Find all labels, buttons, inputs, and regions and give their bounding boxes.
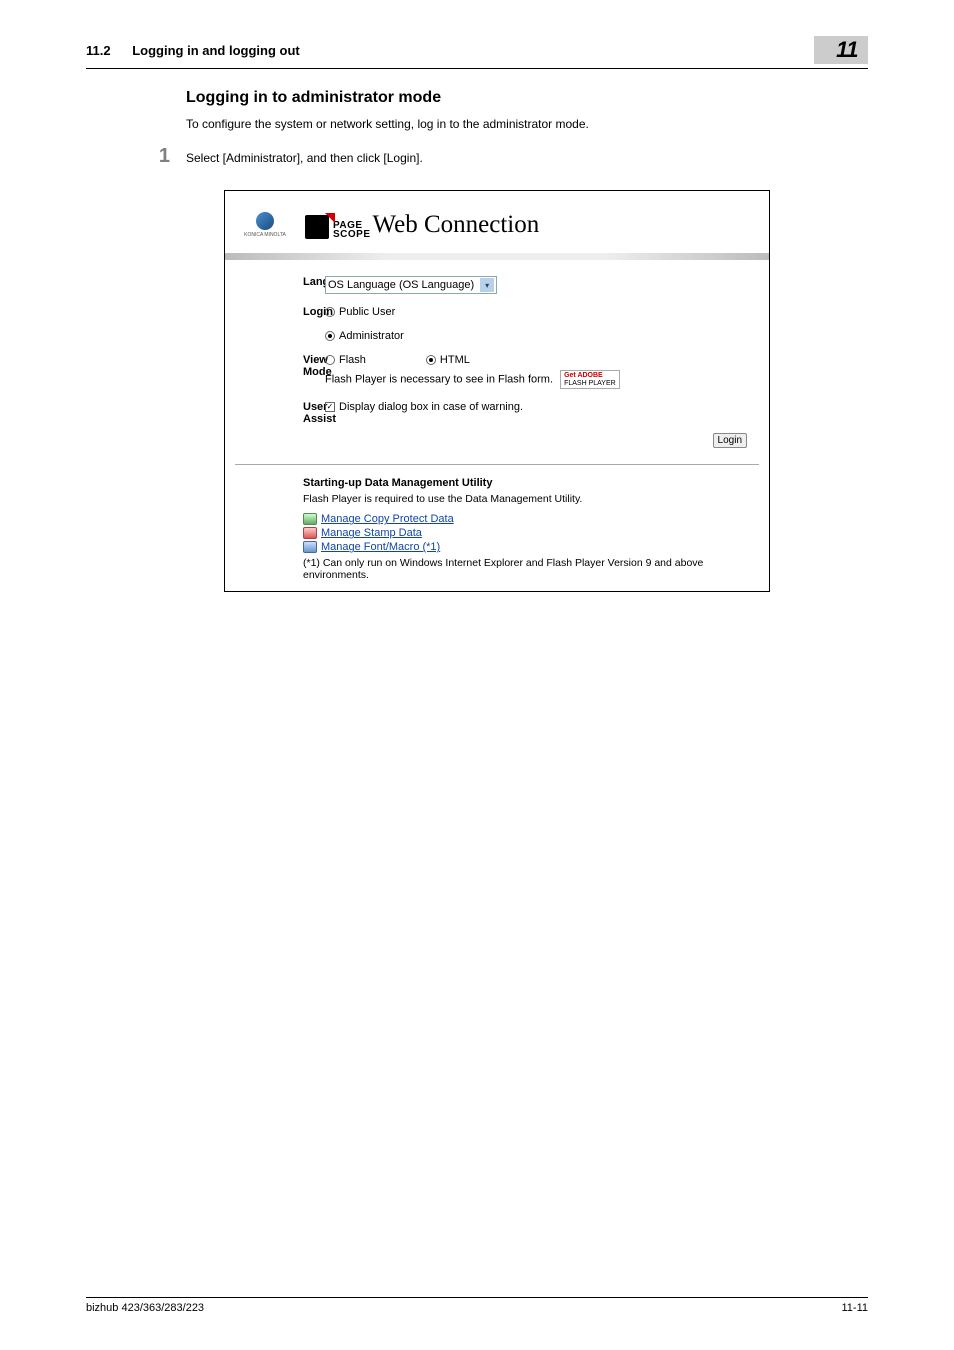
radio-icon (325, 355, 335, 365)
chapter-number: 11 (836, 39, 858, 61)
section-number: 11.2 (86, 43, 111, 58)
viewmode-flash-radio[interactable]: Flash (325, 354, 366, 366)
viewmode-flash: Flash (339, 354, 366, 366)
flash-btn-line1: Get ADOBE (564, 372, 603, 379)
stamp-icon (303, 527, 317, 539)
dm-utility-note: Flash Player is required to use the Data… (303, 493, 759, 505)
chevron-down-icon: ▾ (480, 278, 494, 292)
konica-minolta-logo: KONICA MINOLTA (235, 205, 295, 245)
language-select-value: OS Language (OS Language) (328, 279, 474, 291)
manage-stamp-link[interactable]: Manage Stamp Data (321, 527, 422, 539)
radio-icon (325, 307, 335, 317)
userassist-checkbox[interactable]: ✓ Display dialog box in case of warning. (325, 401, 759, 413)
language-select[interactable]: OS Language (OS Language) ▾ (325, 276, 497, 294)
running-header: 11.2 Logging in and logging out (86, 43, 300, 58)
step-number: 1 (140, 145, 170, 168)
ps-line2: SCOPE (333, 231, 371, 240)
divider (235, 464, 759, 465)
manage-font-macro-link[interactable]: Manage Font/Macro (*1) (321, 541, 440, 553)
web-connection-title: Web Connection (373, 211, 540, 239)
radio-icon (325, 331, 335, 341)
language-label: Language (235, 276, 325, 294)
font-macro-icon (303, 541, 317, 553)
radio-icon (426, 355, 436, 365)
userassist-text: Display dialog box in case of warning. (339, 401, 523, 413)
footer-right: 11-11 (841, 1302, 868, 1314)
gradient-bar (225, 253, 769, 260)
pagescope-logo: PAGE SCOPE Web Connection (305, 211, 539, 239)
checkbox-icon: ✓ (325, 402, 335, 412)
intro-text: To configure the system or network setti… (186, 117, 868, 131)
viewmode-html: HTML (440, 354, 470, 366)
page-heading: Logging in to administrator mode (186, 89, 868, 107)
login-administrator-radio[interactable]: Administrator (325, 330, 759, 342)
screenshot-panel: KONICA MINOLTA PAGE SCOPE Web Connection… (224, 190, 770, 592)
section-title: Logging in and logging out (132, 43, 300, 58)
viewmode-html-radio[interactable]: HTML (426, 354, 470, 366)
chapter-number-box: 11 (814, 36, 868, 64)
login-public-user-radio[interactable]: Public User (325, 306, 759, 318)
viewmode-note: Flash Player is necessary to see in Flas… (325, 374, 553, 386)
login-opt-admin: Administrator (339, 330, 404, 342)
copy-protect-icon (303, 513, 317, 525)
step-text: Select [Administrator], and then click [… (186, 145, 423, 168)
login-label: Login (235, 306, 325, 318)
dm-footnote: (*1) Can only run on Windows Internet Ex… (303, 557, 759, 581)
manage-copy-protect-link[interactable]: Manage Copy Protect Data (321, 513, 454, 525)
get-flash-player-button[interactable]: Get ADOBE FLASH PLAYER (560, 370, 620, 389)
flash-btn-line2: FLASH PLAYER (564, 380, 616, 387)
viewmode-label: View Mode (235, 354, 325, 389)
userassist-label: User Assist (235, 401, 325, 425)
login-opt-public: Public User (339, 306, 395, 318)
dm-utility-title: Starting-up Data Management Utility (303, 477, 759, 489)
brand-text: KONICA MINOLTA (244, 232, 286, 238)
login-button[interactable]: Login (713, 433, 747, 448)
footer-left: bizhub 423/363/283/223 (86, 1302, 204, 1314)
